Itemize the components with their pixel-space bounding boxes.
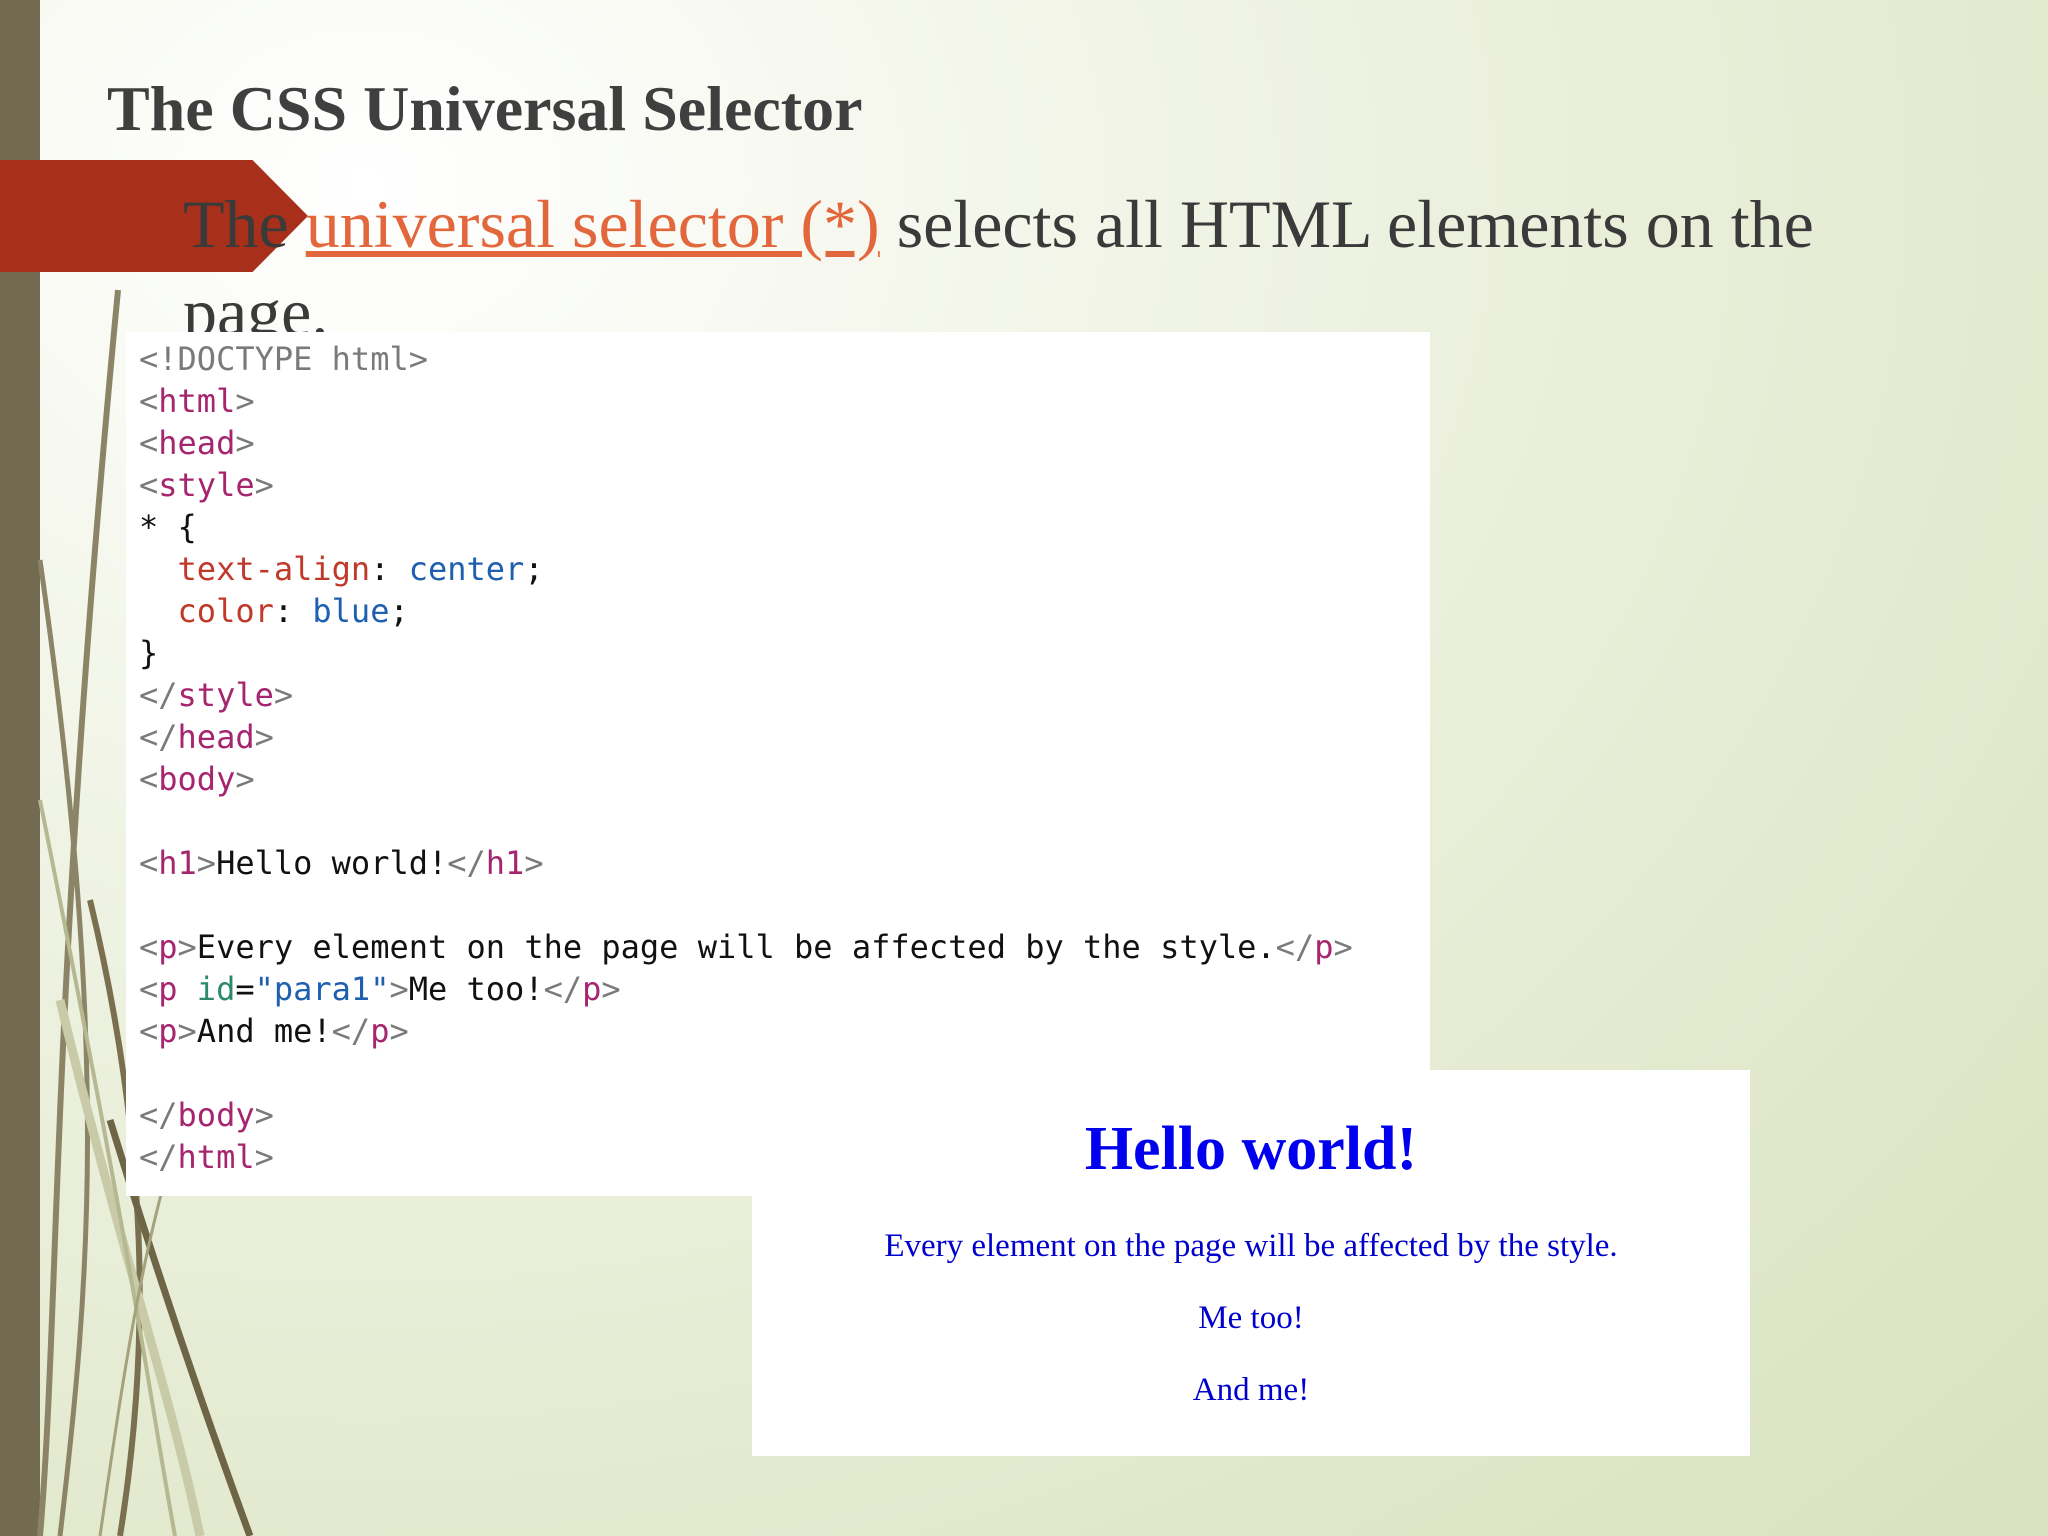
code-token: Me too!: [408, 970, 544, 1008]
code-token: </: [139, 718, 178, 756]
code-token: p: [158, 928, 178, 966]
rendered-output-screenshot: Hello world! Every element on the page w…: [752, 1070, 1750, 1456]
code-token: <!DOCTYPE html>: [139, 340, 428, 378]
code-token: * {: [139, 508, 197, 546]
code-token: text-align: [177, 550, 371, 588]
code-token: <: [139, 466, 159, 504]
code-token: And me!: [196, 1012, 332, 1050]
code-token: >: [235, 760, 255, 798]
code-token: h1: [485, 844, 525, 882]
code-token: <: [139, 760, 159, 798]
code-token: p: [158, 1012, 178, 1050]
code-token: head: [177, 718, 255, 756]
bullet-text: The universal selector (*) selects all H…: [183, 180, 1903, 356]
code-line: <html>: [139, 380, 1353, 422]
code-token: >: [235, 382, 255, 420]
code-token: >: [1333, 928, 1353, 966]
code-token: >: [254, 1096, 274, 1134]
code-token: style: [158, 466, 255, 504]
code-token: center: [408, 550, 525, 588]
code-line: <p>Every element on the page will be aff…: [139, 926, 1353, 968]
code-token: p: [158, 970, 178, 1008]
bullet-prefix: The: [183, 186, 306, 262]
code-token: head: [158, 424, 236, 462]
code-token: </: [1275, 928, 1315, 966]
code-token: p: [370, 1012, 390, 1050]
code-token: color: [177, 592, 274, 630]
code-line: </style>: [139, 674, 1353, 716]
code-line: <body>: [139, 758, 1353, 800]
code-token: "para1": [254, 970, 390, 1008]
code-line: color: blue;: [139, 590, 1353, 632]
code-token: >: [177, 1012, 197, 1050]
code-line: }: [139, 632, 1353, 674]
code-token: </: [543, 970, 583, 1008]
code-token: id: [196, 970, 236, 1008]
code-token: style: [177, 676, 274, 714]
output-heading: Hello world!: [1084, 1115, 1418, 1183]
code-token: html: [177, 1138, 255, 1176]
code-token: >: [524, 844, 544, 882]
slide-title: The CSS Universal Selector: [107, 73, 863, 144]
code-line: <p id="para1">Me too!</p>: [139, 968, 1353, 1010]
code-token: >: [389, 970, 409, 1008]
code-block: <!DOCTYPE html> <html> <head> <style> * { te…: [139, 338, 1353, 1178]
code-token: }: [139, 634, 159, 672]
code-line: <style>: [139, 464, 1353, 506]
code-line: </head>: [139, 716, 1353, 758]
code-token: >: [254, 466, 274, 504]
code-token: blue: [312, 592, 390, 630]
code-token: >: [273, 676, 294, 714]
code-token: <: [139, 1012, 159, 1050]
code-token: <: [139, 424, 159, 462]
universal-selector-link[interactable]: universal selector (*): [306, 186, 880, 262]
code-token: <: [139, 970, 159, 1008]
code-token: h1: [158, 844, 197, 882]
code-token: p: [1314, 928, 1334, 966]
code-token: <: [139, 382, 159, 420]
code-token: >: [389, 1012, 409, 1050]
code-token: >: [196, 844, 217, 882]
output-paragraph: And me!: [1192, 1372, 1310, 1408]
code-token: <: [139, 928, 159, 966]
code-token: :: [273, 592, 313, 630]
code-token: >: [235, 424, 255, 462]
code-line: * {: [139, 506, 1353, 548]
code-token: >: [601, 970, 621, 1008]
code-token: body: [177, 1096, 255, 1134]
code-line: <!DOCTYPE html>: [139, 338, 1353, 380]
code-token: >: [254, 718, 274, 756]
code-line: text-align: center;: [139, 548, 1353, 590]
code-token: >: [177, 928, 197, 966]
code-token: </: [139, 1096, 178, 1134]
output-paragraph: Me too!: [1198, 1300, 1304, 1336]
code-token: :: [370, 550, 409, 588]
code-token: Hello world!: [216, 844, 448, 882]
code-line: <p>And me!</p>: [139, 1010, 1353, 1052]
code-token: ;: [524, 550, 544, 588]
code-token: </: [139, 1138, 178, 1176]
code-token: p: [582, 970, 602, 1008]
output-paragraph: Every element on the page will be affect…: [884, 1228, 1618, 1264]
code-token: =: [235, 970, 255, 1008]
code-token: body: [158, 760, 236, 798]
code-token: ;: [389, 592, 409, 630]
code-token: </: [139, 676, 178, 714]
code-token: </: [447, 844, 486, 882]
code-line: <head>: [139, 422, 1353, 464]
code-token: >: [254, 1138, 274, 1176]
code-line: <h1>Hello world!</h1>: [139, 842, 1353, 884]
code-token: Every element on the page will be affect…: [196, 928, 1276, 966]
code-token: <: [139, 844, 159, 882]
code-token: </: [331, 1012, 371, 1050]
code-screenshot: <!DOCTYPE html> <html> <head> <style> * { te…: [126, 332, 1430, 1196]
code-token: html: [158, 382, 236, 420]
